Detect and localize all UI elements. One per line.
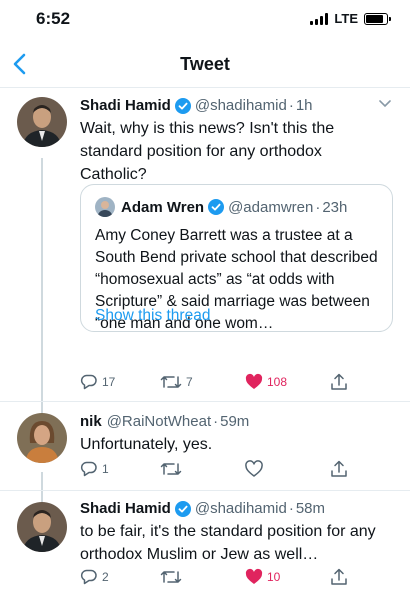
handle[interactable]: @shadihamid: [195, 500, 287, 517]
timestamp: 23h: [322, 198, 348, 216]
avatar[interactable]: [17, 97, 67, 147]
reply-icon: [80, 374, 97, 390]
verified-badge-icon: [174, 500, 191, 517]
timestamp: 59m: [220, 413, 250, 430]
display-name: Adam Wren: [121, 198, 205, 216]
share-icon: [331, 373, 347, 390]
verified-badge-icon: [174, 97, 191, 114]
retweet-icon: [160, 463, 182, 475]
retweet-button[interactable]: 7: [160, 373, 193, 391]
reply-icon: [80, 569, 97, 585]
tweet-actions: 1: [80, 460, 370, 482]
handle: @adamwren: [228, 198, 314, 216]
quoted-tweet[interactable]: Adam Wren @adamwren · 23h Amy Coney Barr…: [80, 184, 393, 332]
avatar: [95, 197, 115, 217]
retweet-icon: [160, 571, 182, 583]
share-icon: [331, 568, 347, 585]
like-button[interactable]: 10: [245, 568, 280, 586]
tweet[interactable]: Shadi Hamid @shadihamid · 1h Wait, why i…: [0, 97, 410, 397]
share-icon: [331, 460, 347, 477]
retweet-button[interactable]: [160, 460, 182, 478]
share-button[interactable]: [330, 460, 348, 478]
heart-icon: [245, 568, 263, 584]
handle[interactable]: @shadihamid: [195, 97, 287, 114]
display-name[interactable]: Shadi Hamid: [80, 500, 171, 517]
retweet-icon: [160, 376, 182, 388]
tweet[interactable]: Shadi Hamid @shadihamid · 58m to be fair…: [0, 500, 410, 598]
timestamp: 58m: [295, 500, 325, 517]
like-button[interactable]: 108: [245, 373, 287, 391]
tweet-header: Shadi Hamid @shadihamid · 58m: [80, 500, 325, 517]
reply-count: 1: [102, 462, 109, 476]
signal-icon: [310, 12, 329, 25]
like-button[interactable]: [245, 460, 263, 478]
caret-down-icon[interactable]: [378, 99, 392, 109]
reply-count: 2: [102, 570, 109, 584]
retweet-button[interactable]: [160, 568, 182, 586]
handle[interactable]: @RaiNotWheat: [107, 413, 211, 430]
show-thread-link[interactable]: Show this thread: [95, 307, 210, 325]
display-name[interactable]: nik: [80, 413, 102, 430]
verified-badge-icon: [208, 199, 225, 215]
quoted-tweet-header: Adam Wren @adamwren · 23h: [95, 197, 347, 217]
like-count: 108: [267, 375, 288, 389]
divider: [0, 490, 410, 491]
share-button[interactable]: [330, 373, 348, 391]
battery-icon: [364, 12, 391, 25]
tweet-header: Shadi Hamid @shadihamid · 1h: [80, 97, 313, 114]
heart-icon: [245, 460, 263, 477]
tweet-header: nik @RaiNotWheat · 59m: [80, 413, 249, 430]
tweet-actions: 17 7 108: [80, 373, 370, 395]
tweet-actions: 2 10: [80, 568, 370, 590]
reply-icon: [80, 461, 97, 477]
share-button[interactable]: [330, 568, 348, 586]
separator: ·: [213, 413, 219, 430]
avatar[interactable]: [17, 413, 67, 463]
separator: ·: [315, 198, 321, 216]
tweet-text: Wait, why is this news? Isn't this the s…: [80, 120, 335, 183]
status-indicators: LTE: [310, 11, 391, 26]
divider: [0, 401, 410, 402]
heart-icon: [245, 373, 263, 389]
tweet[interactable]: nik @RaiNotWheat · 59m Unfortunately, ye…: [0, 413, 410, 493]
avatar[interactable]: [17, 502, 67, 552]
tweet-text: Unfortunately, yes.: [80, 436, 213, 453]
status-time: 6:52: [36, 9, 71, 28]
status-bar: 6:52 LTE: [0, 0, 410, 40]
timestamp: 1h: [295, 97, 313, 114]
like-count: 10: [267, 570, 281, 584]
page-title: Tweet: [180, 54, 230, 74]
display-name[interactable]: Shadi Hamid: [80, 97, 171, 114]
retweet-count: 7: [186, 375, 193, 389]
tweet-text: to be fair, it's the standard position f…: [80, 523, 376, 563]
reply-button[interactable]: 1: [80, 460, 109, 478]
network-label: LTE: [334, 11, 358, 26]
nav-bar: Tweet: [0, 44, 410, 88]
reply-button[interactable]: 17: [80, 373, 115, 391]
separator: ·: [288, 500, 294, 517]
separator: ·: [288, 97, 294, 114]
reply-count: 17: [102, 375, 116, 389]
reply-button[interactable]: 2: [80, 568, 109, 586]
